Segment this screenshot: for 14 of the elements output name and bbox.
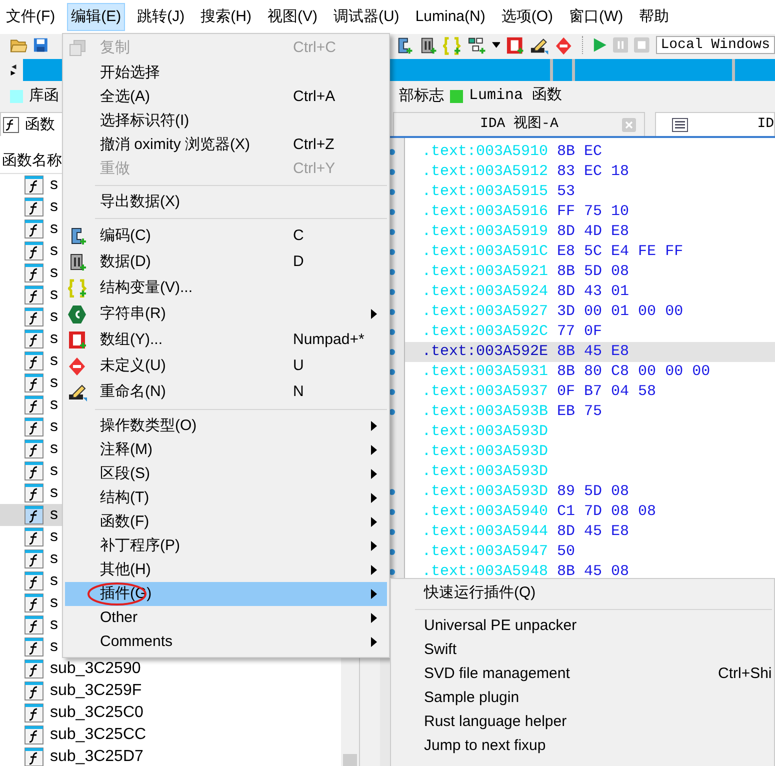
shortcut-text: D [293,253,304,271]
shortcut-text: U [293,357,304,375]
legend-label: 库函 [29,87,59,105]
shortcut-text: Ctrl+Shi [718,665,772,683]
shortcut-text: Ctrl+Y [293,160,336,178]
shortcut-text: Ctrl+Z [293,136,334,154]
tab-label: 函数 [25,116,55,134]
shortcut-text: Numpad+* [293,331,364,349]
shortcut-text: C [293,227,304,245]
shortcut-text: Ctrl+A [293,88,336,106]
legend-label: Lumina 函数 [469,87,562,105]
shortcut-text: N [293,383,304,401]
shortcut-text: Ctrl+C [293,39,336,57]
legend-label: 部标志 [399,87,444,105]
